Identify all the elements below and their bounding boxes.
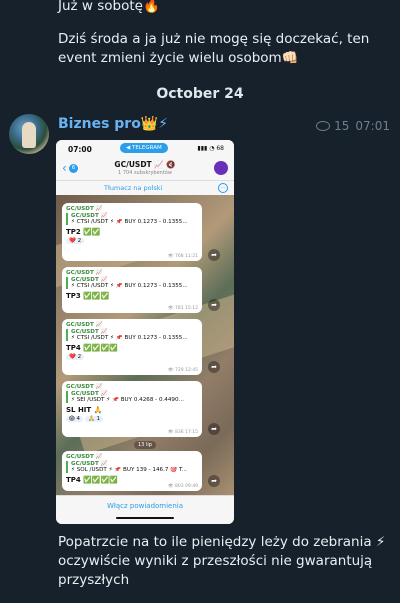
phone-chat-header: ‹ 6 GC/USDT 📈 🔇 1 704 subskrybentów [56, 158, 234, 181]
phone-message: GC/USDT 📈 GC/USDT 📈 ⚡ CTSI /USDT ⚡ 📌 BUY … [62, 319, 202, 375]
views-icon [316, 120, 331, 131]
date-chip: 13 lip [134, 441, 156, 449]
translate-label: Tłumacz na polski [104, 184, 163, 192]
phone-clock: 07:00 [68, 145, 92, 154]
forward-icon: ➦ [208, 249, 220, 261]
phone-channel-title: GC/USDT 📈 🔇 [114, 160, 176, 169]
home-indicator [116, 517, 174, 519]
forward-icon: ➦ [208, 361, 220, 373]
previous-message-line1: Już w sobotę🔥 [58, 0, 160, 14]
phone-translate-bar: Tłumacz na polski … [56, 181, 234, 196]
phone-chat-area: GC/USDT 📈 GC/USDT 📈 ⚡ CTSI /USDT ⚡ 📌 BUY … [56, 195, 234, 495]
forward-icon: ➦ [208, 423, 220, 435]
more-icon: … [218, 183, 228, 193]
views-count: 15 [334, 119, 350, 133]
phone-channel-avatar [214, 161, 228, 175]
sender-name[interactable]: Biznes pro👑⚡ [58, 116, 168, 132]
phone-channel-subs: 1 704 subskrybentów [118, 170, 172, 176]
phone-message: GC/USDT 📈 GC/USDT 📈 ⚡ SEI /USDT ⚡ 📌 BUY 0… [62, 381, 202, 437]
forward-icon: ➦ [208, 475, 220, 487]
message-meta: 15 07:01 [316, 119, 390, 133]
telegram-pill: ◀ TELEGRAM [120, 143, 168, 153]
phone-footer: Włącz powiadomienia [56, 495, 234, 524]
post-caption: Popatrzcie na to ile pieniędzy leży do z… [58, 534, 386, 588]
signal-icons: ▮▮▮ ◔ 68 [197, 145, 224, 152]
phone-status-bar: 07:00 ◀ TELEGRAM ▮▮▮ ◔ 68 [56, 140, 234, 158]
message-time: 07:01 [355, 119, 390, 133]
channel-avatar[interactable] [9, 114, 49, 154]
previous-message-line2: Dziś środa a ja już nie mogę się doczeka… [58, 31, 370, 66]
date-separator: October 24 [156, 86, 244, 102]
screenshot-image[interactable]: 07:00 ◀ TELEGRAM ▮▮▮ ◔ 68 ‹ 6 GC/USDT 📈 … [56, 140, 234, 524]
phone-message: GC/USDT 📈 GC/USDT 📈 ⚡ CTSI /USDT ⚡ 📌 BUY … [62, 203, 202, 261]
forward-icon: ➦ [208, 299, 220, 311]
phone-message: GC/USDT 📈 GC/USDT 📈 ⚡ CTSI /USDT ⚡ 📌 BUY … [62, 267, 202, 313]
phone-message: GC/USDT 📈 GC/USDT 📈 ⚡ SOL /USDT ⚡ 📌 BUY 1… [62, 451, 202, 491]
unmute-button: Włącz powiadomienia [106, 502, 184, 510]
